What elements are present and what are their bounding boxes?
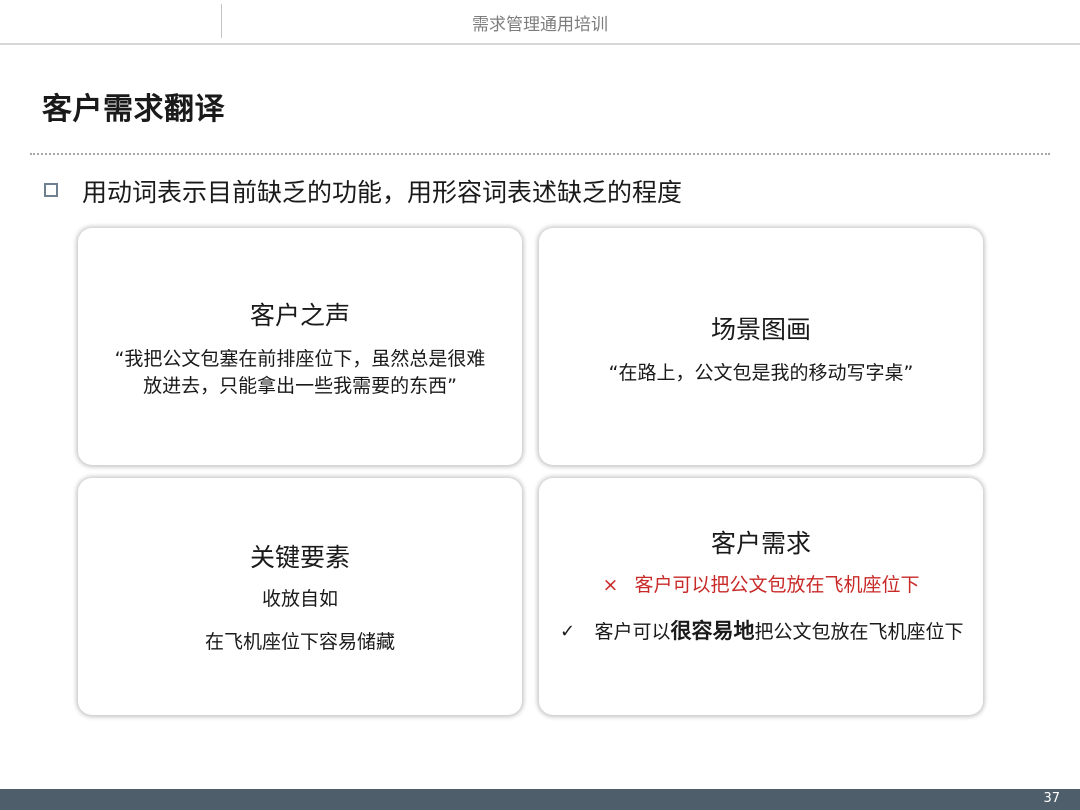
card-key-elements: 关键要素 收放自如 在飞机座位下容易储藏: [78, 478, 522, 715]
card-title: 客户需求: [710, 529, 811, 558]
right-example-emphasis: 很容易地: [670, 619, 755, 643]
header-divider: [221, 4, 222, 38]
page-number: 37: [1043, 791, 1060, 806]
check-icon: ✓: [560, 621, 576, 642]
card-text-line: 在飞机座位下容易储藏: [204, 631, 395, 653]
header-title: 需求管理通用培训: [472, 15, 608, 35]
card-customer-need: 客户需求 × 客户可以把公文包放在飞机座位下 ✓ 客户可以很容易地把公文包放在飞机…: [539, 478, 983, 715]
card-text-line: 收放自如: [261, 588, 338, 610]
card-text-line: 放进去，只能拿出一些我需要的东西”: [143, 375, 457, 397]
footer-bar: 37: [0, 789, 1080, 810]
card-text-line: “在路上，公文包是我的移动写字桌”: [608, 362, 914, 384]
right-example-prefix: 客户可以: [594, 621, 671, 643]
title-dotted-divider: [30, 153, 1050, 155]
card-text-line: “我把公文包塞在前排座位下，虽然总是很难: [114, 348, 486, 370]
slide-title: 客户需求翻译: [42, 92, 225, 127]
right-example-suffix: 把公文包放在飞机座位下: [754, 621, 964, 643]
cross-icon: ×: [602, 574, 619, 596]
header-rule: [0, 43, 1080, 45]
card-title: 客户之声: [249, 301, 350, 330]
wrong-example-text: 客户可以把公文包放在飞机座位下: [634, 574, 920, 596]
card-title: 关键要素: [249, 543, 350, 572]
bullet-text: 用动词表示目前缺乏的功能，用形容词表述缺乏的程度: [82, 178, 683, 207]
square-bullet-icon: [44, 183, 58, 197]
wrong-example: × 客户可以把公文包放在飞机座位下: [539, 572, 983, 599]
card-scene-picture: 场景图画 “在路上，公文包是我的移动写字桌”: [539, 228, 983, 465]
right-example: 客户可以很容易地把公文包放在飞机座位下: [593, 618, 965, 646]
card-customer-voice: 客户之声 “我把公文包塞在前排座位下，虽然总是很难 放进去，只能拿出一些我需要的…: [78, 228, 522, 465]
card-title: 场景图画: [710, 315, 811, 344]
